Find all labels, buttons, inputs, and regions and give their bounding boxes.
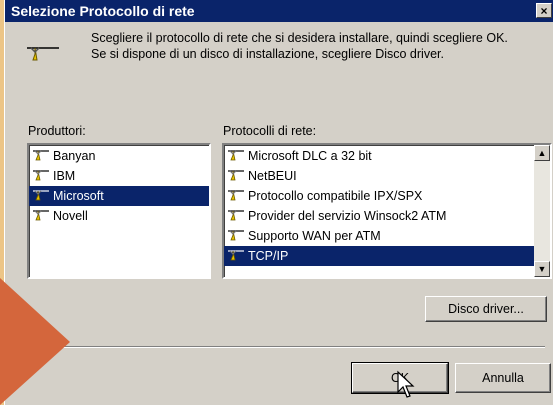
list-item-label: TCP/IP: [248, 249, 289, 263]
list-item-label: Microsoft: [53, 189, 104, 203]
network-protocol-icon: [228, 249, 244, 263]
list-item[interactable]: Supporto WAN per ATM: [224, 226, 534, 246]
network-protocol-icon: [33, 149, 49, 163]
protocols-label: Protocolli di rete:: [223, 124, 317, 138]
list-item[interactable]: Novell: [29, 206, 209, 226]
protocols-scrollbar[interactable]: ▲ ▼: [534, 145, 550, 277]
network-protocol-icon: [33, 169, 49, 183]
scroll-up-button[interactable]: ▲: [534, 145, 550, 161]
manufacturers-items: Banyan IBM Microsoft Novell: [29, 145, 209, 226]
list-item[interactable]: Protocollo compatibile IPX/SPX: [224, 186, 534, 206]
network-protocol-icon: [228, 209, 244, 223]
list-item-label: Provider del servizio Winsock2 ATM: [248, 209, 447, 223]
list-item[interactable]: Microsoft DLC a 32 bit: [224, 146, 534, 166]
list-item[interactable]: TCP/IP: [224, 246, 534, 266]
network-protocol-icon: [228, 169, 244, 183]
list-item-label: NetBEUI: [248, 169, 297, 183]
intro-line-2: Se si dispone di un disco di installazio…: [91, 47, 444, 61]
disk-driver-label: Disco driver...: [448, 302, 524, 316]
list-item[interactable]: Microsoft: [29, 186, 209, 206]
close-button[interactable]: ×: [536, 3, 552, 18]
network-protocol-icon: [33, 209, 49, 223]
scroll-down-button[interactable]: ▼: [534, 261, 550, 277]
list-item[interactable]: NetBEUI: [224, 166, 534, 186]
list-item-label: Banyan: [53, 149, 96, 163]
manufacturers-label: Produttori:: [28, 124, 86, 138]
list-item[interactable]: IBM: [29, 166, 209, 186]
network-protocol-icon: [228, 189, 244, 203]
network-protocol-icon: [33, 189, 49, 203]
list-item-label: IBM: [53, 169, 76, 183]
callout-arrow: [0, 278, 70, 405]
separator-line: [60, 346, 545, 348]
mouse-pointer-icon: [397, 370, 415, 398]
cancel-label: Annulla: [482, 371, 524, 385]
title-bar[interactable]: Selezione Protocollo di rete ×: [5, 0, 553, 22]
list-item-label: Microsoft DLC a 32 bit: [248, 149, 372, 163]
disk-driver-button[interactable]: Disco driver...: [425, 296, 547, 322]
network-protocol-dialog: Selezione Protocollo di rete × Scegliere…: [4, 0, 553, 405]
scroll-down-icon: ▼: [537, 264, 547, 274]
protocols-items: Microsoft DLC a 32 bit NetBEUI Protocollo …: [224, 145, 534, 266]
list-item[interactable]: Provider del servizio Winsock2 ATM: [224, 206, 534, 226]
network-protocol-icon: [228, 149, 244, 163]
network-protocol-icon: [228, 229, 244, 243]
network-protocol-icon: [27, 47, 59, 61]
list-item-label: Novell: [53, 209, 88, 223]
cancel-button[interactable]: Annulla: [455, 363, 551, 393]
manufacturers-list[interactable]: Banyan IBM Microsoft Novell: [27, 143, 211, 279]
list-item[interactable]: Banyan: [29, 146, 209, 166]
intro-text: Scegliere il protocollo di rete che si d…: [91, 30, 508, 62]
list-item-label: Supporto WAN per ATM: [248, 229, 381, 243]
dialog-title: Selezione Protocollo di rete: [11, 3, 195, 19]
scroll-up-icon: ▲: [537, 148, 547, 158]
list-item-label: Protocollo compatibile IPX/SPX: [248, 189, 423, 203]
close-icon: ×: [540, 4, 548, 18]
protocols-list[interactable]: Microsoft DLC a 32 bit NetBEUI Protocollo …: [222, 143, 552, 279]
intro-line-1: Scegliere il protocollo di rete che si d…: [91, 31, 508, 45]
